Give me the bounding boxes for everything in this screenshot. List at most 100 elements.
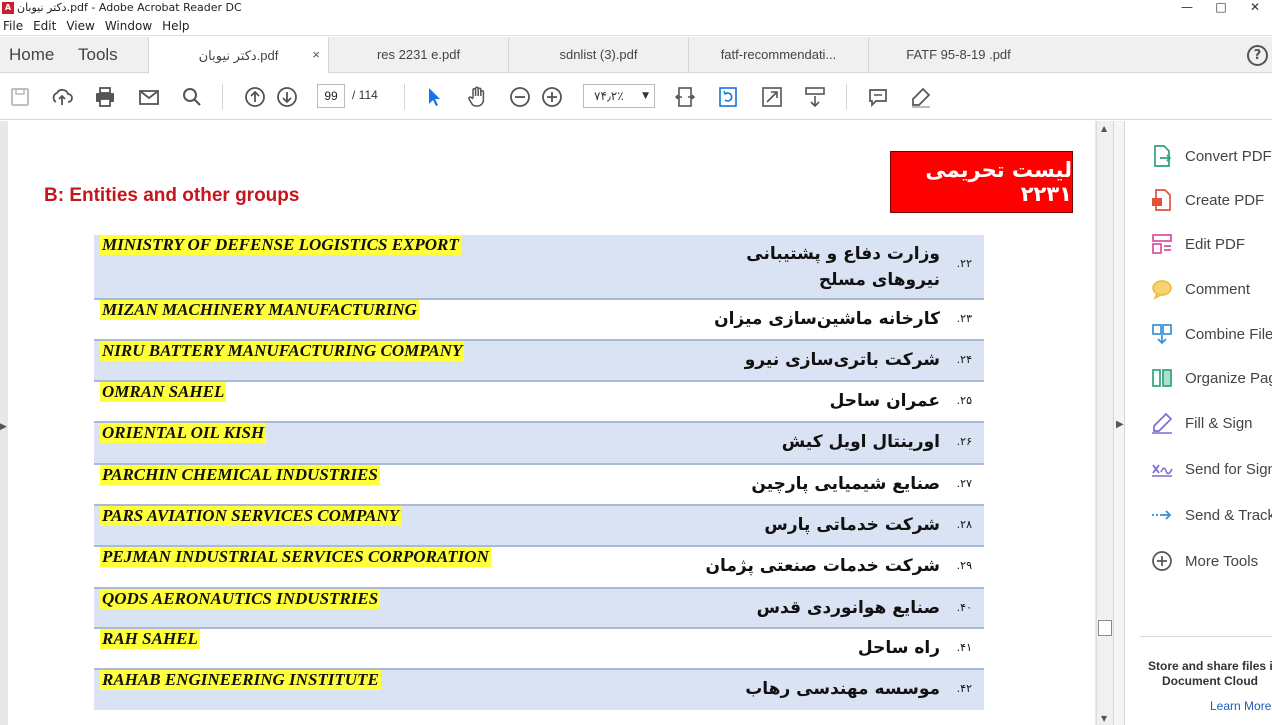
doc-tab-label: sdnlist (3).pdf <box>559 47 638 62</box>
menu-help[interactable]: Help <box>159 19 196 33</box>
organize-pages-icon <box>1150 366 1174 390</box>
chevron-right-icon: ▶ <box>1116 419 1124 430</box>
menu-edit[interactable]: Edit <box>30 19 63 33</box>
doc-tab-label: fatf-recommendati... <box>720 47 837 62</box>
zoom-value: ۷۴٫۲٪ <box>594 89 624 103</box>
entity-name-en: MINISTRY OF DEFENSE LOGISTICS EXPORT <box>100 235 461 255</box>
zoom-out-icon[interactable] <box>508 85 532 109</box>
upload-icon[interactable] <box>50 85 74 109</box>
entity-name-fa: شرکت باتری‌سازی نیرو <box>744 350 940 370</box>
help-icon[interactable]: ? <box>1247 45 1268 66</box>
entity-name-fa: شرکت خدمات صنعتی پژمان <box>705 556 940 576</box>
entity-name-fa: موسسه مهندسی رهاب <box>745 679 940 699</box>
table-row: NIRU BATTERY MANUFACTURING COMPANY شرکت … <box>94 341 984 382</box>
doc-tab-fatf-recommendations[interactable]: fatf-recommendati... <box>688 37 868 72</box>
fullscreen-icon[interactable] <box>760 85 784 109</box>
vertical-scrollbar[interactable]: ▲ ▼ <box>1096 121 1113 725</box>
entity-name-en: PARCHIN CHEMICAL INDUSTRIES <box>100 465 380 485</box>
entity-name-fa: صنایع هوانوردی قدس <box>756 598 940 618</box>
print-icon[interactable] <box>93 85 117 109</box>
table-row: MIZAN MACHINERY MANUFACTURING کارخانه ما… <box>94 300 984 341</box>
entity-name-en: RAHAB ENGINEERING INSTITUTE <box>100 670 381 690</box>
table-row: RAHAB ENGINEERING INSTITUTE موسسه مهندسی… <box>94 670 984 710</box>
comment-bubble-icon <box>1150 277 1174 301</box>
tool-comment[interactable]: Comment <box>1126 267 1272 311</box>
scrollbar-thumb[interactable] <box>1098 620 1112 636</box>
panel-divider <box>1140 636 1272 637</box>
tool-edit-pdf[interactable]: Edit PDF <box>1126 222 1272 266</box>
menu-bar: File Edit View Window Help <box>0 17 1272 36</box>
page-down-icon[interactable] <box>275 85 299 109</box>
entity-name-fa: راه ساحل <box>857 638 940 658</box>
entity-number: ۲۹. <box>956 559 972 572</box>
combine-files-icon <box>1150 322 1174 346</box>
doc-tab-active[interactable]: دکتر نیوبان.pdf × <box>148 37 328 74</box>
maximize-button[interactable]: □ <box>1204 0 1238 16</box>
tab-home[interactable]: Home <box>0 37 68 72</box>
tab-tools[interactable]: Tools <box>68 37 148 72</box>
scroll-mode-icon[interactable] <box>803 85 827 109</box>
table-row: MINISTRY OF DEFENSE LOGISTICS EXPORT وزا… <box>94 235 984 300</box>
table-row: ORIENTAL OIL KISH اورینتال اویل کیش ۲۶. <box>94 423 984 465</box>
highlight-pen-icon[interactable] <box>909 85 933 109</box>
send-signature-icon <box>1150 457 1174 481</box>
scroll-down-icon[interactable]: ▼ <box>1101 714 1107 723</box>
toolbar-separator <box>222 84 223 110</box>
page-up-icon[interactable] <box>243 85 267 109</box>
acrobat-app-icon: A <box>2 2 14 14</box>
rotate-icon[interactable] <box>716 85 740 109</box>
title-bar: A دکتر نیوبان.pdf - Adobe Acrobat Reader… <box>0 0 1272 16</box>
page-number-input[interactable]: 99 <box>317 84 345 108</box>
menu-window[interactable]: Window <box>102 19 159 33</box>
comment-icon[interactable] <box>866 85 890 109</box>
left-panel-toggle-icon[interactable]: ▶ <box>0 420 7 434</box>
close-window-button[interactable]: ✕ <box>1238 0 1272 16</box>
fit-page-icon[interactable] <box>673 85 697 109</box>
entity-number: ۲۷. <box>956 477 972 490</box>
entity-number: ۲۶. <box>956 435 972 448</box>
email-icon[interactable] <box>137 85 161 109</box>
select-cursor-icon[interactable] <box>422 85 446 109</box>
doc-tab-label: res 2231 e.pdf <box>376 47 461 62</box>
menu-view[interactable]: View <box>63 19 101 33</box>
document-cloud-promo: Store and share files in the Document Cl… <box>1148 659 1272 689</box>
tab-bar: Home Tools دکتر نیوبان.pdf × res 2231 e.… <box>0 37 1272 74</box>
convert-pdf-icon <box>1150 144 1174 168</box>
doc-tab-sdnlist[interactable]: sdnlist (3).pdf <box>508 37 688 72</box>
tool-convert-pdf[interactable]: Convert PDF <box>1126 134 1272 178</box>
send-track-icon <box>1150 503 1174 527</box>
toolbar-separator <box>846 84 847 110</box>
entity-number: ۴۱. <box>956 641 972 654</box>
window-controls: — □ ✕ <box>1170 0 1272 16</box>
doc-tab-res2231[interactable]: res 2231 e.pdf <box>328 37 508 72</box>
zoom-in-icon[interactable] <box>540 85 564 109</box>
learn-more-link[interactable]: Learn More <box>1210 699 1271 713</box>
entity-name-fa: اورینتال اویل کیش <box>781 432 940 452</box>
entity-number: ۲۸. <box>956 518 972 531</box>
menu-file[interactable]: File <box>0 19 30 33</box>
window-title: دکتر نیوبان.pdf - Adobe Acrobat Reader D… <box>17 1 242 14</box>
save-icon[interactable] <box>8 85 32 109</box>
section-heading: B: Entities and other groups <box>44 185 300 206</box>
tool-send-track[interactable]: Send & Track <box>1126 493 1272 537</box>
tool-send-signature[interactable]: Send for Signature <box>1126 447 1272 491</box>
tool-more-tools[interactable]: More Tools <box>1126 539 1272 583</box>
tool-create-pdf[interactable]: Create PDF <box>1126 178 1272 222</box>
entity-name-fa: شرکت خدماتی پارس <box>764 515 940 535</box>
search-icon[interactable] <box>180 85 204 109</box>
tool-fill-sign[interactable]: Fill & Sign <box>1126 401 1272 445</box>
hand-icon[interactable] <box>465 85 489 109</box>
cloud-promo-line1: Store and share files in the <box>1148 659 1272 673</box>
scroll-up-icon[interactable]: ▲ <box>1101 124 1107 133</box>
minimize-button[interactable]: — <box>1170 0 1204 16</box>
tool-combine-files[interactable]: Combine Files <box>1126 312 1272 356</box>
table-row: PARCHIN CHEMICAL INDUSTRIES صنایع شیمیای… <box>94 465 984 506</box>
tools-panel-toggle[interactable]: ▶ <box>1113 121 1125 725</box>
entity-number: ۲۵. <box>956 394 972 407</box>
tab-close-icon[interactable]: × <box>312 47 320 62</box>
doc-tab-fatf[interactable]: FATF 95-8-19 .pdf <box>868 37 1048 72</box>
create-pdf-icon <box>1150 188 1174 212</box>
more-tools-icon <box>1150 549 1174 573</box>
zoom-level-select[interactable]: ۷۴٫۲٪ ▼ <box>583 84 655 108</box>
tool-organize-pages[interactable]: Organize Pages <box>1126 356 1272 400</box>
